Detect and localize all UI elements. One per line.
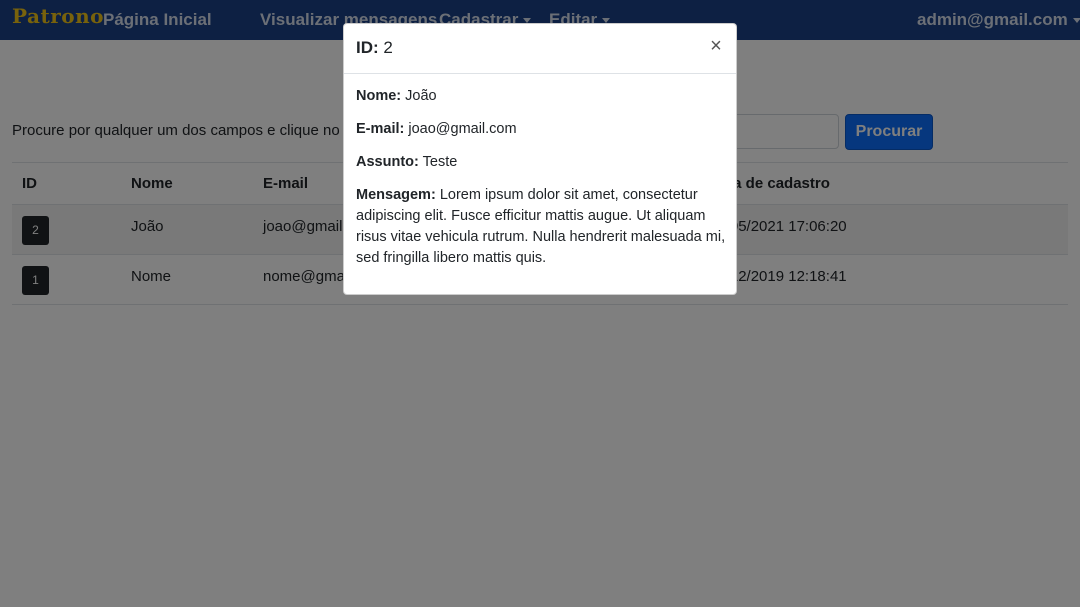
modal-title-value: 2 xyxy=(383,38,393,57)
field-assunto: Assunto: Teste xyxy=(356,152,726,173)
field-mensagem: Mensagem: Lorem ipsum dolor sit amet, co… xyxy=(356,185,726,269)
field-label: Mensagem: xyxy=(356,187,436,203)
field-label: E-mail: xyxy=(356,121,405,137)
field-value: Teste xyxy=(422,154,458,170)
modal-header: ID: 2 × xyxy=(344,24,736,74)
close-icon[interactable]: × xyxy=(708,36,724,56)
field-label: Assunto: xyxy=(356,154,419,170)
field-label: Nome: xyxy=(356,88,402,104)
modal-title: ID: 2 xyxy=(356,38,393,58)
modal-body: Nome: João E-mail: joao@gmail.com Assunt… xyxy=(356,86,726,281)
message-detail-modal: ID: 2 × Nome: João E-mail: joao@gmail.co… xyxy=(343,23,737,295)
field-value: joao@gmail.com xyxy=(408,121,517,137)
modal-title-label: ID: xyxy=(356,38,379,57)
field-email: E-mail: joao@gmail.com xyxy=(356,119,726,140)
field-nome: Nome: João xyxy=(356,86,726,107)
field-value: João xyxy=(405,88,437,104)
